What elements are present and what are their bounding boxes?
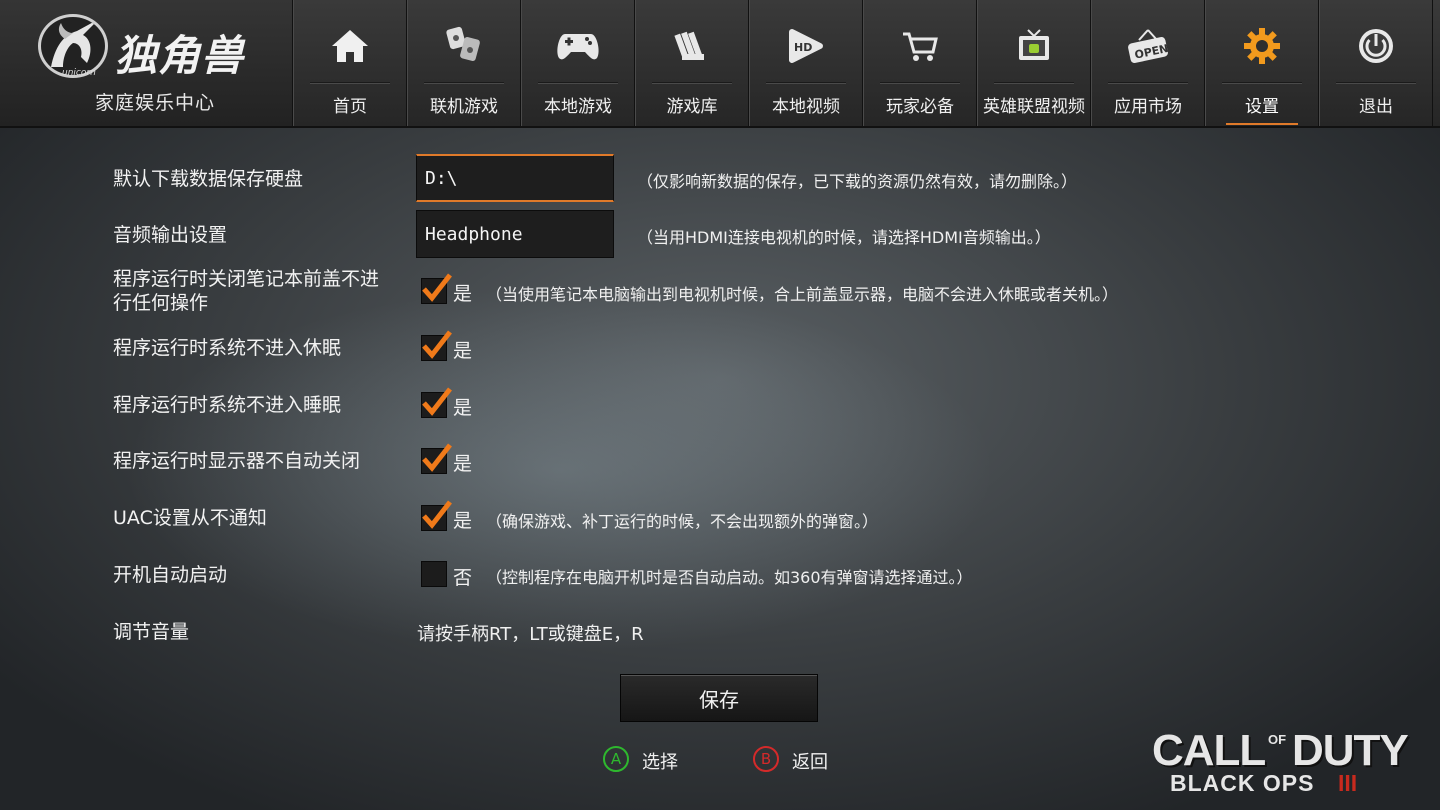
- download-disk-label: 默认下载数据保存硬盘: [113, 168, 304, 190]
- no-sleep-label: 程序运行时系统不进入睡眠: [113, 394, 342, 416]
- autostart-state: 否: [453, 567, 473, 589]
- nav-home[interactable]: 首页: [293, 0, 407, 126]
- online-games-icon: [408, 22, 520, 70]
- app-subtitle: 家庭娱乐中心: [94, 92, 215, 114]
- nav-label: 联机游戏: [430, 97, 498, 117]
- game-logo: CALL OF DUTY BLACK OPS III: [1150, 726, 1410, 798]
- no-sleep-state: 是: [453, 397, 473, 419]
- svg-text:HD: HD: [794, 41, 812, 54]
- power-icon: [1320, 22, 1432, 70]
- volume-label: 调节音量: [113, 621, 190, 643]
- display-on-state: 是: [453, 453, 473, 475]
- lid-close-checkbox[interactable]: [421, 273, 452, 304]
- lid-close-state: 是: [453, 283, 473, 305]
- volume-instruction: 请按手柄RT，LT或键盘E，R: [417, 624, 644, 645]
- checkmark-icon: [422, 387, 452, 416]
- open-sign-icon: OPEN: [1092, 22, 1204, 70]
- audio-output-label: 音频输出设置: [113, 224, 228, 246]
- checkmark-icon: [422, 500, 452, 529]
- uac-state: 是: [453, 510, 473, 532]
- save-button[interactable]: 保存: [620, 674, 818, 722]
- logo-duty: DUTY: [1292, 726, 1409, 775]
- nav-label: 本地游戏: [544, 97, 612, 117]
- lid-close-hint: （当使用笔记本电脑输出到电视机时候，合上前盖显示器，电脑不会进入休眠或者关机。）: [486, 285, 1119, 304]
- nav-label: 应用市场: [1114, 97, 1182, 117]
- nav-label: 本地视频: [772, 97, 840, 117]
- autostart-checkbox[interactable]: [421, 561, 447, 587]
- nav-divider: [538, 82, 618, 83]
- logo-black-ops: BLACK OPS: [1170, 770, 1315, 796]
- tv-icon: [978, 22, 1090, 70]
- autostart-label: 开机自动启动: [113, 564, 228, 586]
- nav-divider: [1336, 82, 1416, 83]
- uac-hint: （确保游戏、补丁运行的时候，不会出现额外的弹窗。）: [486, 512, 879, 531]
- lid-close-label-line1: 程序运行时关闭笔记本前盖不进: [113, 268, 380, 290]
- audio-output-select[interactable]: Headphone: [416, 210, 614, 258]
- nav-game-library[interactable]: 游戏库: [635, 0, 749, 126]
- nav-divider: [766, 82, 846, 83]
- gamepad-icon: [522, 22, 634, 70]
- active-indicator: [1226, 123, 1298, 125]
- logo-call: CALL: [1152, 726, 1266, 775]
- no-hibernate-label: 程序运行时系统不进入休眠: [113, 337, 342, 359]
- app-logo: 独角兽 家庭娱乐中心 unicorn: [0, 0, 293, 126]
- a-button-icon: A: [603, 746, 629, 772]
- nav-label: 设置: [1245, 97, 1279, 117]
- logo-of: OF: [1268, 732, 1287, 747]
- nav-label: 游戏库: [666, 97, 718, 117]
- back-hint[interactable]: 返回: [792, 748, 828, 774]
- audio-output-hint: （当用HDMI连接电视机的时候，请选择HDMI音频输出。）: [637, 228, 1051, 247]
- cart-icon: [864, 22, 976, 70]
- lid-close-label: 程序运行时关闭笔记本前盖不进 行任何操作: [113, 267, 379, 315]
- nav-label: 退出: [1359, 97, 1393, 117]
- checkmark-icon: [422, 443, 452, 472]
- top-navigation-bar: 独角兽 家庭娱乐中心 unicorn 首页 联机游戏 本地游戏 游戏库 HD 本…: [0, 0, 1440, 128]
- nav-divider: [1108, 82, 1188, 83]
- display-on-checkbox[interactable]: [421, 443, 452, 474]
- nav-divider: [652, 82, 732, 83]
- nav-lol-video[interactable]: 英雄联盟视频: [977, 0, 1091, 126]
- nav-label: 首页: [333, 97, 367, 117]
- home-icon: [294, 22, 406, 70]
- select-hint[interactable]: 选择: [642, 748, 678, 774]
- logo-badge: unicorn: [62, 68, 96, 78]
- nav-label: 玩家必备: [886, 97, 954, 117]
- nav-divider: [880, 82, 960, 83]
- nav-divider: [1222, 82, 1302, 83]
- logo-numeral: III: [1338, 770, 1358, 796]
- checkmark-icon: [422, 273, 452, 302]
- nav-local-video[interactable]: HD 本地视频: [749, 0, 863, 126]
- display-on-label: 程序运行时显示器不自动关闭: [113, 450, 361, 472]
- no-hibernate-checkbox[interactable]: [421, 330, 452, 361]
- b-button-icon: B: [753, 746, 779, 772]
- uac-checkbox[interactable]: [421, 500, 452, 531]
- lid-close-label-line2: 行任何操作: [113, 292, 209, 314]
- no-hibernate-state: 是: [453, 340, 473, 362]
- nav-label: 英雄联盟视频: [983, 97, 1085, 117]
- nav-settings[interactable]: 设置: [1205, 0, 1319, 126]
- nav-online-games[interactable]: 联机游戏: [407, 0, 521, 126]
- download-disk-field[interactable]: D:\: [416, 154, 614, 202]
- nav-divider: [994, 82, 1074, 83]
- no-sleep-checkbox[interactable]: [421, 387, 452, 418]
- nav-gamer-essentials[interactable]: 玩家必备: [863, 0, 977, 126]
- app-title: 独角兽: [115, 31, 245, 80]
- nav-local-games[interactable]: 本地游戏: [521, 0, 635, 126]
- download-disk-hint: （仅影响新数据的保存，已下载的资源仍然有效，请勿删除。）: [637, 172, 1078, 191]
- nav-divider: [424, 82, 504, 83]
- nav-app-market[interactable]: OPEN 应用市场: [1091, 0, 1205, 126]
- autostart-hint: （控制程序在电脑开机时是否自动启动。如360有弹窗请选择通过。）: [486, 568, 973, 587]
- game-library-icon: [636, 22, 748, 70]
- gear-icon: [1206, 22, 1318, 70]
- checkmark-icon: [422, 330, 452, 359]
- nav-divider: [310, 82, 390, 83]
- nav-exit[interactable]: 退出: [1319, 0, 1433, 126]
- hd-video-icon: HD: [750, 22, 862, 70]
- uac-label: UAC设置从不通知: [113, 507, 267, 529]
